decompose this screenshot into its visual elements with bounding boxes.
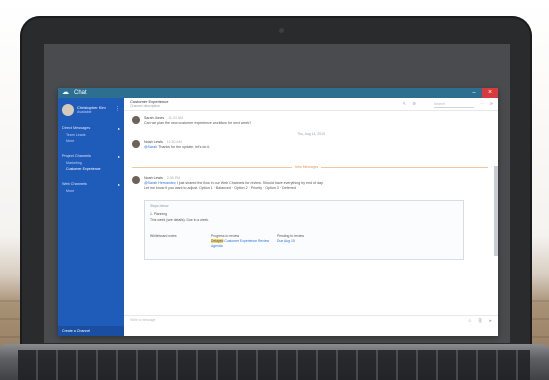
card-link[interactable]: Agenda: [211, 244, 269, 249]
chevron-right-icon: ▸: [117, 154, 120, 159]
screen: ☁ Chat – × Christopher Kim Available ⋮ D…: [44, 44, 510, 343]
avatar: [132, 140, 140, 148]
sidebar-section-direct-messages[interactable]: Direct Messages ▸: [62, 126, 120, 131]
date-separator: Thu, Aug 14, 2019: [297, 132, 325, 136]
column-title: Whiteboard notes: [150, 234, 177, 238]
sidebar-item-marketing[interactable]: Marketing: [66, 161, 82, 166]
emoji-icon[interactable]: ☺: [468, 318, 472, 323]
keyboard: [18, 350, 530, 380]
author-name: Noah Lewis: [144, 140, 163, 144]
chevron-right-icon: ▸: [117, 126, 120, 131]
more-options-icon[interactable]: ⋮: [115, 106, 120, 112]
message-time: 11:24 AM: [168, 116, 184, 120]
photo-stage: ☁ Chat – × Christopher Kim Available ⋮ D…: [0, 0, 549, 380]
sidebar-section-label: Direct Messages: [62, 126, 91, 130]
mention[interactable]: @Sarah: [144, 145, 157, 149]
gear-icon[interactable]: ⚙: [412, 101, 416, 106]
status-badge: Delayed: [211, 239, 224, 243]
status-row: [124, 326, 498, 336]
message-time: 2:05 PM: [166, 176, 181, 180]
card-column: Whiteboard notes: [150, 234, 177, 239]
sidebar-section-web-channels[interactable]: Web Channels ▸: [62, 182, 120, 187]
search-input[interactable]: Search: [434, 101, 474, 108]
edit-icon[interactable]: ✎: [403, 101, 406, 106]
card-title: Steps below: [150, 204, 169, 208]
app-title: Chat: [74, 90, 87, 96]
card-column: Pending to review Due Aug 15: [277, 234, 304, 244]
channel-subtitle: Channel description: [130, 104, 160, 108]
sidebar-section-project-channels[interactable]: Project Channels ▸: [62, 154, 120, 159]
cloud-logo-icon: ☁: [62, 89, 69, 96]
sidebar-item-customer-experience[interactable]: Customer Experience: [66, 167, 101, 172]
message-time: 11:30 AM: [166, 140, 182, 144]
sidebar: Christopher Kim Available ⋮ Direct Messa…: [58, 98, 124, 336]
message: Sarah Jones 11:24 AM Can we plan the new …: [132, 116, 482, 128]
message-body: Thanks for the update, let's do it.: [157, 145, 211, 149]
author-name: Noah Lewis: [144, 176, 163, 180]
scrollbar[interactable]: [494, 166, 498, 256]
refresh-icon[interactable]: ⟳: [490, 101, 493, 106]
message-text: Let me know if you want to adjust. Optio…: [144, 186, 297, 190]
message-body: I just shared the flow in our Web Channe…: [175, 181, 324, 185]
sidebar-section-label: Web Channels: [62, 182, 87, 186]
close-button[interactable]: ×: [482, 88, 498, 98]
mention[interactable]: @Sarah Hernandez: [144, 181, 176, 185]
card-link[interactable]: Due Aug 15: [277, 239, 304, 244]
sidebar-item-more[interactable]: More: [66, 139, 74, 144]
chevron-right-icon: ▸: [117, 182, 120, 187]
chat-header: Customer Experience Channel description …: [124, 98, 498, 111]
sidebar-item-team-leads[interactable]: Team Leads: [66, 133, 86, 138]
avatar: [132, 116, 140, 124]
unread-separator: New Messages: [132, 165, 488, 170]
message-input[interactable]: Write a message: [130, 318, 155, 323]
camera: [279, 28, 284, 33]
message-text: Can we plan the new customer experience …: [144, 121, 252, 125]
title-bar: ☁ Chat – ×: [58, 88, 498, 98]
chat-app-window: ☁ Chat – × Christopher Kim Available ⋮ D…: [58, 88, 498, 336]
attach-icon[interactable]: ⎘: [479, 318, 482, 323]
sidebar-item-more[interactable]: More: [66, 189, 74, 194]
message-text: @Sarah Thanks for the update, let's do i…: [144, 145, 210, 150]
profile-status: Available: [77, 110, 92, 114]
avatar: [132, 176, 140, 184]
card-line: 1. Planning: [150, 212, 167, 216]
send-icon[interactable]: ➤: [489, 318, 492, 323]
create-channel-button[interactable]: Create a Channel: [58, 326, 124, 336]
shared-card[interactable]: Steps below 1. Planning This week (see d…: [144, 200, 464, 260]
profile-card[interactable]: Christopher Kim Available ⋮: [62, 104, 120, 120]
message: Noah Lewis 11:30 AM @Sarah Thanks for the…: [132, 140, 482, 152]
sidebar-section-label: Project Channels: [62, 154, 91, 158]
composer: Write a message ☺ ⎘ ➤: [124, 315, 498, 326]
card-link[interactable]: Customer Experience Review: [224, 239, 269, 243]
more-icon[interactable]: ⋯: [480, 101, 484, 106]
chat-panel: Customer Experience Channel description …: [124, 98, 498, 336]
author-name: Sarah Jones: [144, 116, 165, 120]
message: Noah Lewis 2:05 PM @Sarah Hernandez I jus…: [132, 176, 482, 196]
avatar: [62, 104, 74, 116]
card-column: Progress to review Delayed Customer Expe…: [211, 234, 269, 249]
minimize-button[interactable]: –: [470, 89, 478, 97]
card-line: This week (see details). Due in a week.: [150, 218, 209, 222]
unread-label: New Messages: [292, 165, 322, 170]
